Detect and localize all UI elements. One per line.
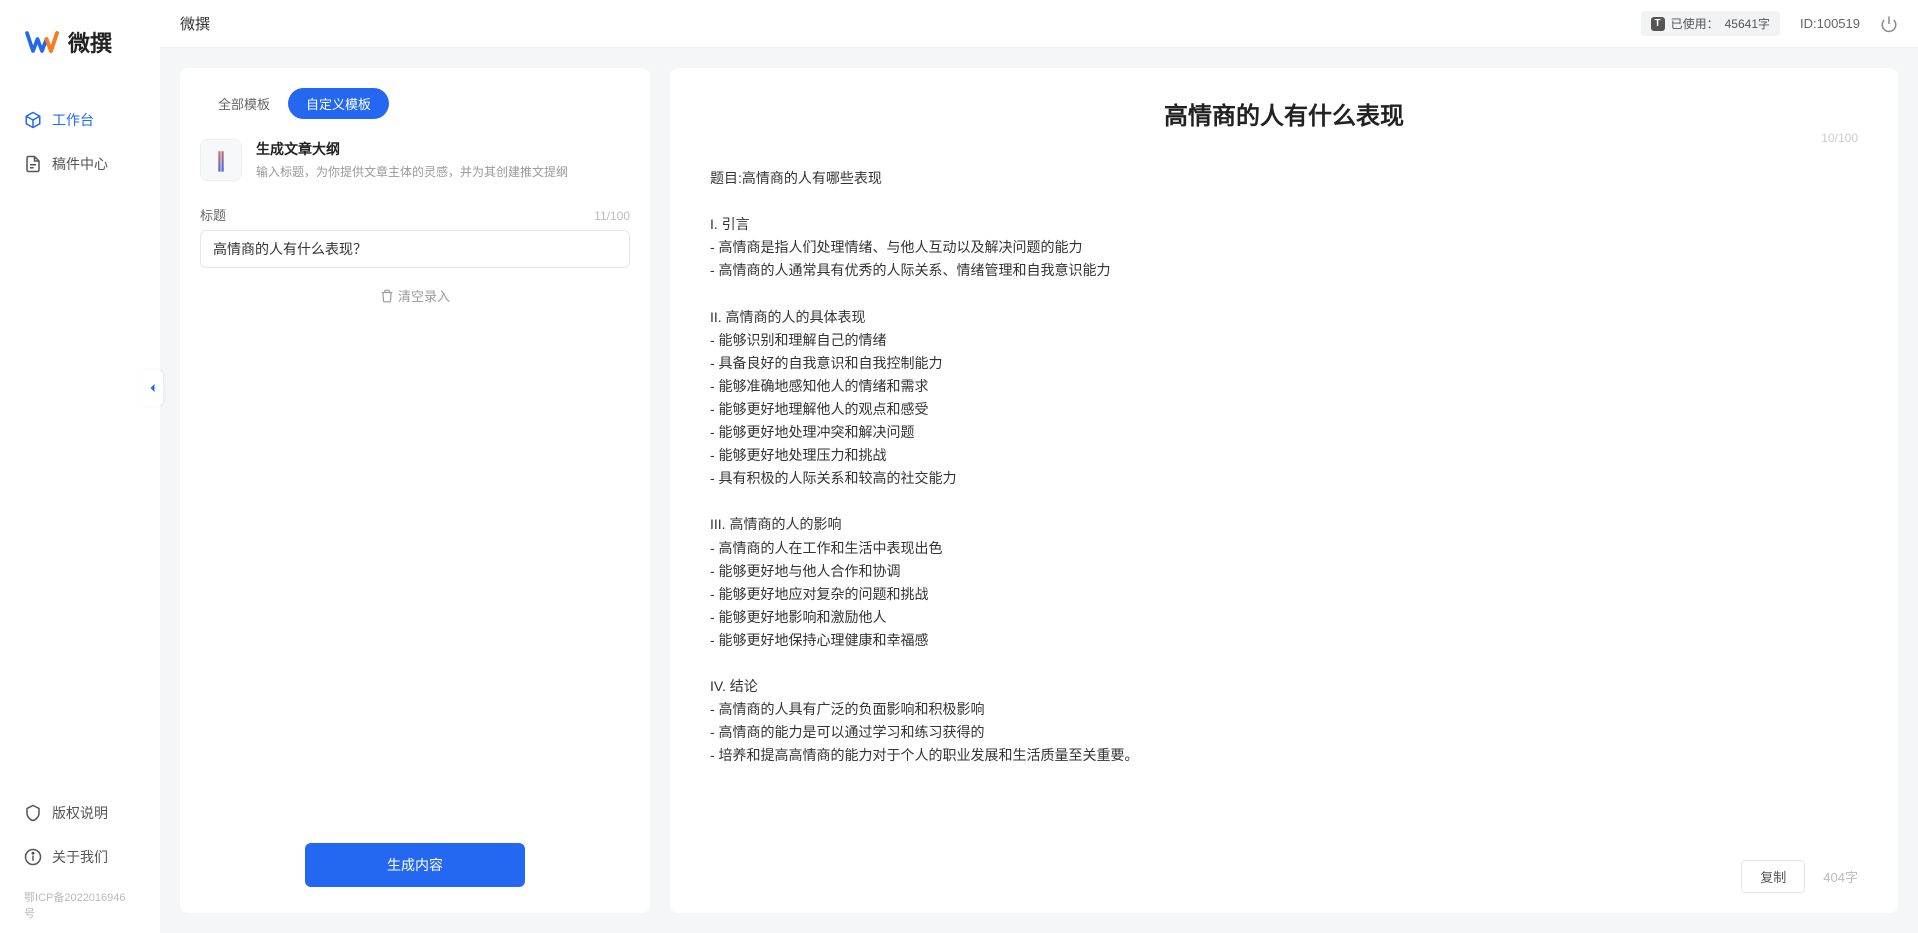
tab-custom-templates[interactable]: 自定义模板	[288, 88, 389, 119]
nav-about[interactable]: 关于我们	[8, 837, 152, 877]
template-desc: 输入标题，为你提供文章主体的灵感，并为其创建推文提纲	[256, 163, 568, 181]
usage-prefix: 已使用：	[1671, 15, 1719, 32]
document-title[interactable]: 高情商的人有什么表现	[710, 96, 1858, 131]
icp-text: 鄂ICP备2022016946号	[8, 881, 152, 921]
usage-value: 45641字	[1725, 15, 1770, 32]
sidebar-footer: 版权说明 关于我们 鄂ICP备2022016946号	[0, 793, 160, 921]
shield-icon	[24, 804, 42, 822]
nav-drafts[interactable]: 稿件中心	[8, 144, 152, 184]
chevron-left-icon	[147, 382, 159, 394]
template-title: 生成文章大纲	[256, 139, 568, 159]
copy-button[interactable]: 复制	[1741, 860, 1805, 893]
title-input[interactable]	[200, 230, 630, 268]
brand-name: 微撰	[68, 26, 112, 58]
clear-label: 清空录入	[398, 286, 450, 305]
usage-pill[interactable]: T 已使用： 45641字	[1641, 11, 1780, 36]
nav-label: 关于我们	[52, 847, 108, 867]
user-id: ID:100519	[1800, 16, 1860, 31]
sidebar: 微撰 工作台 稿件中心 版权说明 关于我们 鄂ICP备2022016946号	[0, 0, 160, 933]
right-panel: 高情商的人有什么表现 10/100 题目:高情商的人有哪些表现 I. 引言 - …	[670, 68, 1898, 913]
nav-label: 稿件中心	[52, 154, 108, 174]
nav-workspace[interactable]: 工作台	[8, 100, 152, 140]
info-icon	[24, 848, 42, 866]
trash-icon	[380, 289, 394, 303]
template-card: ∥ 生成文章大纲 输入标题，为你提供文章主体的灵感，并为其创建推文提纲	[200, 139, 630, 181]
generate-button[interactable]: 生成内容	[305, 843, 525, 887]
document-word-count: 404字	[1823, 867, 1858, 886]
nav-label: 版权说明	[52, 803, 108, 823]
document-icon	[24, 155, 42, 173]
template-icon: ∥	[200, 139, 242, 181]
left-panel: 全部模板 自定义模板 ∥ 生成文章大纲 输入标题，为你提供文章主体的灵感，并为其…	[180, 68, 650, 913]
nav-label: 工作台	[52, 110, 94, 130]
title-char-count: 11/100	[594, 209, 630, 223]
tab-all-templates[interactable]: 全部模板	[200, 88, 288, 119]
content: 全部模板 自定义模板 ∥ 生成文章大纲 输入标题，为你提供文章主体的灵感，并为其…	[160, 48, 1918, 933]
topbar: 微撰 T 已使用： 45641字 ID:100519	[160, 0, 1918, 48]
document-body[interactable]: 题目:高情商的人有哪些表现 I. 引言 - 高情商是指人们处理情绪、与他人互动以…	[710, 167, 1858, 844]
template-tabs: 全部模板 自定义模板	[200, 88, 630, 119]
title-field-label: 标题	[200, 205, 226, 224]
sidebar-nav: 工作台 稿件中心	[0, 100, 160, 793]
main: 微撰 T 已使用： 45641字 ID:100519 全部模板 自定义模板 ∥	[160, 0, 1918, 933]
power-icon	[1880, 15, 1898, 33]
cube-icon	[24, 111, 42, 129]
brand-logo: 微撰	[0, 24, 160, 100]
sidebar-collapse-handle[interactable]	[143, 370, 163, 406]
logo-icon	[24, 24, 60, 60]
document-title-count: 10/100	[1821, 131, 1858, 145]
clear-input-button[interactable]: 清空录入	[200, 286, 630, 305]
topbar-title: 微撰	[180, 13, 210, 34]
document-footer: 复制 404字	[710, 844, 1858, 893]
nav-copyright[interactable]: 版权说明	[8, 793, 152, 833]
power-button[interactable]	[1880, 15, 1898, 33]
usage-badge-icon: T	[1651, 17, 1665, 31]
